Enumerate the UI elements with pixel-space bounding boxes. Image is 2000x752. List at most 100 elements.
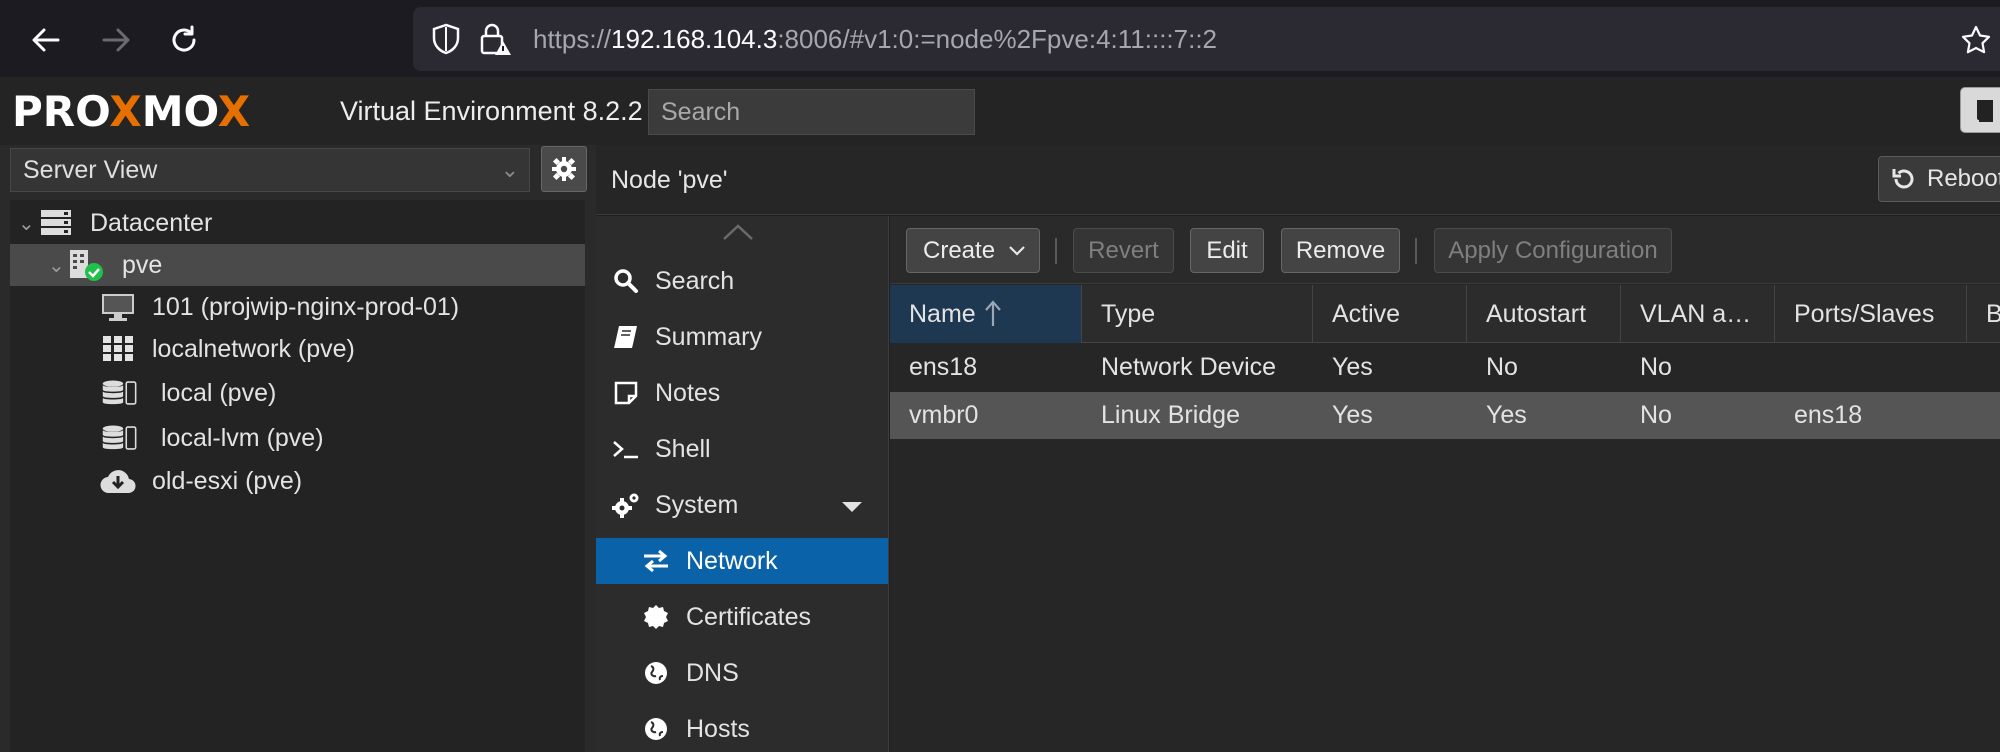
cell-autostart: Yes <box>1486 401 1527 429</box>
apply-configuration-button[interactable]: Apply Configuration <box>1434 228 1672 273</box>
browser-toolbar: https://192.168.104.3:8006/#v1:0:=node%2… <box>0 0 2000 77</box>
cell-name: vmbr0 <box>909 401 979 429</box>
node-online-icon <box>68 249 104 281</box>
expand-chevron-icon[interactable]: ⌄ <box>48 253 65 278</box>
cell-active: Yes <box>1332 401 1373 429</box>
reboot-label: Reboot <box>1927 165 2000 192</box>
product-name: Virtual Environment 8.2.2 <box>340 96 643 126</box>
tree-settings-button[interactable] <box>541 146 587 192</box>
global-search-input[interactable]: Search <box>648 89 975 135</box>
pve-header: PROXMOX Virtual Environment 8.2.2 Search <box>0 77 2000 145</box>
menu-item-label: Shell <box>655 434 711 463</box>
table-row[interactable]: ens18 Network Device Yes No No <box>890 344 2000 391</box>
edit-button[interactable]: Edit <box>1190 228 1264 273</box>
server-icon <box>38 207 74 239</box>
scroll-up-icon[interactable] <box>721 222 755 242</box>
chevron-down-icon: ⌄ <box>500 157 519 182</box>
tree-item-label: pve <box>122 250 163 279</box>
node-title: Node 'pve' <box>611 166 728 194</box>
sort-ascending-icon <box>985 300 1001 326</box>
tree-item-datacenter[interactable]: ⌄ Datacenter <box>10 202 585 244</box>
globe-icon <box>641 658 671 688</box>
svg-text:PROXMOX: PROXMOX <box>12 87 250 136</box>
remove-button[interactable]: Remove <box>1281 228 1400 273</box>
menu-item-system[interactable]: System <box>596 482 888 528</box>
menu-item-notes[interactable]: Notes <box>596 370 888 416</box>
network-grid-header: Name Type Active Autostart VLAN a… Ports… <box>890 285 2000 343</box>
menu-item-network[interactable]: Network <box>596 538 888 584</box>
bookmark-star-icon[interactable] <box>1961 25 1991 55</box>
cell-name: ens18 <box>909 353 978 381</box>
menu-item-label: System <box>655 490 739 519</box>
menu-item-label: Network <box>686 546 778 575</box>
menu-item-label: Search <box>655 266 735 295</box>
column-header-autostart[interactable]: Autostart <box>1467 285 1621 343</box>
resource-tree-panel: Server View ⌄ ⌄ Datacenter ⌄ pve 101 (pr… <box>0 145 596 752</box>
menu-item-hosts[interactable]: Hosts <box>596 706 888 752</box>
menu-item-label: Notes <box>655 378 721 407</box>
column-header-name[interactable]: Name <box>890 285 1082 343</box>
menu-item-label: DNS <box>686 658 739 687</box>
documentation-button[interactable] <box>1960 87 2000 133</box>
menu-item-label: Hosts <box>686 714 750 743</box>
column-title: Name <box>909 300 976 328</box>
column-header-type[interactable]: Type <box>1082 285 1313 343</box>
menu-item-summary[interactable]: Summary <box>596 314 888 360</box>
column-header-active[interactable]: Active <box>1313 285 1467 343</box>
column-header-vlan-aware[interactable]: VLAN a… <box>1621 285 1775 343</box>
expand-chevron-icon[interactable]: ⌄ <box>18 211 35 236</box>
arrow-right-icon <box>102 28 130 52</box>
tree-item-label: local (pve) <box>161 378 277 407</box>
tree-item-pve[interactable]: ⌄ pve <box>10 244 585 286</box>
menu-item-dns[interactable]: DNS <box>596 650 888 696</box>
terminal-icon <box>611 434 641 464</box>
exchange-icon <box>641 546 671 576</box>
network-panel: Create Revert Edit Remove Apply Configur… <box>890 216 2000 752</box>
caret-down-icon[interactable] <box>841 492 863 521</box>
menu-item-label: Summary <box>655 322 762 351</box>
tree-item-vm-101[interactable]: 101 (projwip-nginx-prod-01) <box>10 286 585 328</box>
book-icon <box>1977 100 1993 122</box>
table-row[interactable]: vmbr0 Linux Bridge Yes Yes No ens18 <box>890 392 2000 439</box>
cloud-download-icon <box>100 465 136 497</box>
create-button[interactable]: Create <box>906 228 1040 273</box>
tree-item-label: Datacenter <box>90 208 213 237</box>
url-text: https://192.168.104.3:8006/#v1:0:=node%2… <box>533 24 1218 54</box>
address-bar[interactable]: https://192.168.104.3:8006/#v1:0:=node%2… <box>413 7 2000 71</box>
column-header-bond[interactable]: B <box>1967 285 2000 343</box>
view-selector[interactable]: Server View ⌄ <box>10 148 530 192</box>
cell-ports-slaves <box>1775 344 1967 391</box>
back-button[interactable] <box>20 14 72 66</box>
reboot-button[interactable]: Reboot <box>1878 156 2000 202</box>
cogs-icon <box>611 490 641 520</box>
note-icon <box>611 378 641 408</box>
toolbar-separator <box>1415 238 1417 264</box>
arrow-left-icon <box>32 28 60 52</box>
forward-button[interactable] <box>90 14 142 66</box>
menu-item-certificates[interactable]: Certificates <box>596 594 888 640</box>
tree-item-local[interactable]: local (pve) <box>10 372 585 414</box>
tree-item-label: 101 (projwip-nginx-prod-01) <box>152 292 460 321</box>
cell-active: Yes <box>1332 353 1373 381</box>
menu-item-label: Certificates <box>686 602 812 631</box>
tree-item-label: old-esxi (pve) <box>152 466 303 495</box>
tree-item-old-esxi[interactable]: old-esxi (pve) <box>10 460 585 502</box>
resource-tree: ⌄ Datacenter ⌄ pve 101 (projwip-nginx-pr… <box>10 200 585 752</box>
tree-item-local-lvm[interactable]: local-lvm (pve) <box>10 417 585 459</box>
menu-item-shell[interactable]: Shell <box>596 426 888 472</box>
cell-autostart: No <box>1486 353 1518 381</box>
gear-icon <box>552 157 576 181</box>
tree-item-label: localnetwork (pve) <box>152 334 355 363</box>
create-label: Create <box>923 237 996 264</box>
tree-item-localnetwork[interactable]: localnetwork (pve) <box>10 328 585 370</box>
menu-item-search[interactable]: Search <box>596 258 888 304</box>
cell-type: Linux Bridge <box>1101 401 1240 429</box>
network-toolbar: Create Revert Edit Remove Apply Configur… <box>890 216 2000 284</box>
node-menu: Search Summary Notes Shell System Networ… <box>596 216 889 752</box>
reload-button[interactable] <box>158 14 210 66</box>
column-header-ports-slaves[interactable]: Ports/Slaves <box>1775 285 1967 343</box>
shield-icon <box>432 23 460 55</box>
revert-button[interactable]: Revert <box>1073 228 1174 273</box>
cell-type: Network Device <box>1101 353 1277 381</box>
globe-icon <box>641 714 671 744</box>
